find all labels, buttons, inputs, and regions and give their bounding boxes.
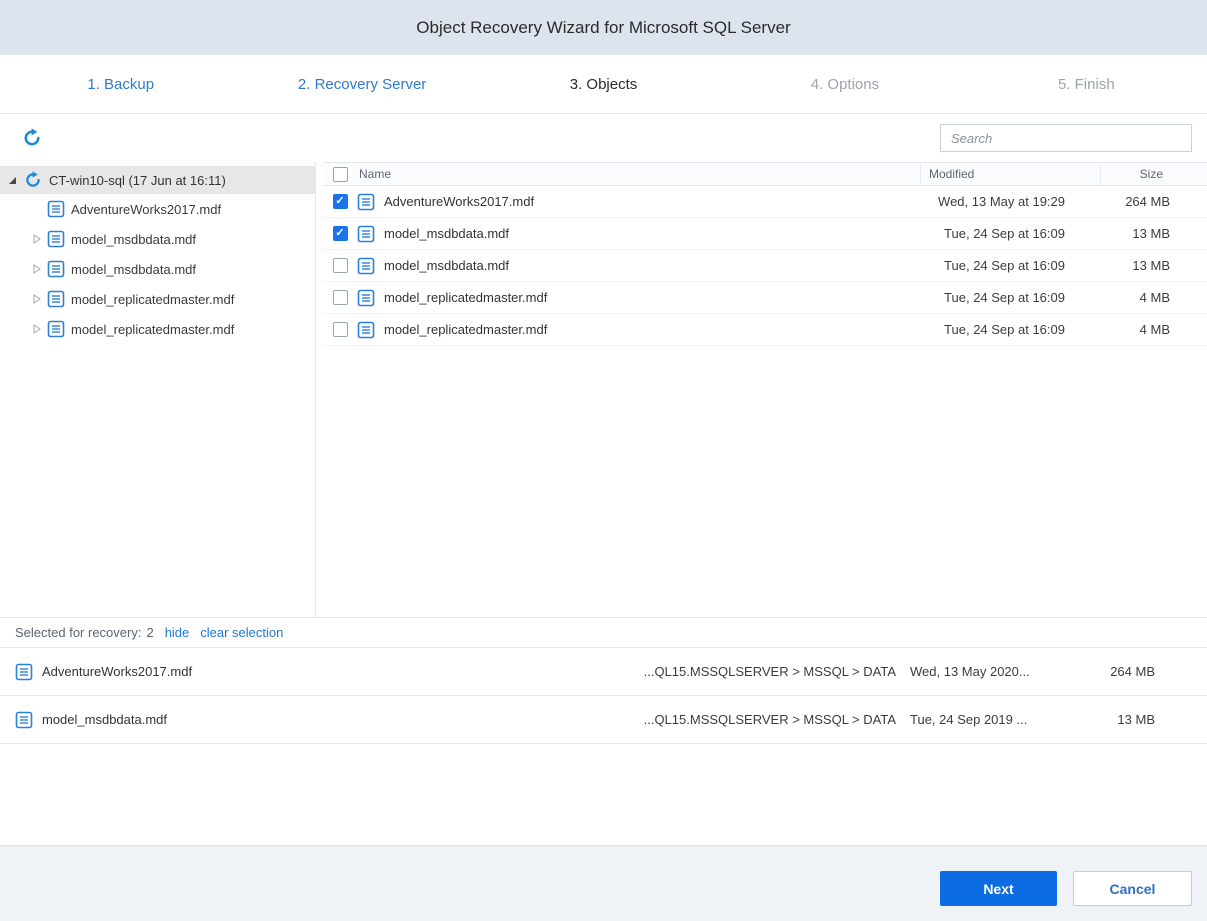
row-checkbox[interactable] <box>333 322 348 337</box>
tree-item-label: model_msdbdata.mdf <box>71 262 196 277</box>
table-row[interactable]: model_replicatedmaster.mdf Tue, 24 Sep a… <box>323 314 1207 346</box>
tree-item-label: model_replicatedmaster.mdf <box>71 322 234 337</box>
file-modified: Tue, 24 Sep at 16:09 <box>920 322 1100 337</box>
selected-file-size: 264 MB <box>1060 664 1192 679</box>
chevron-right-icon[interactable] <box>32 324 41 334</box>
clear-selection-link[interactable]: clear selection <box>200 625 283 640</box>
database-file-icon <box>47 230 65 248</box>
selection-label-text: Selected for recovery: <box>15 625 141 640</box>
file-modified: Tue, 24 Sep at 16:09 <box>920 226 1100 241</box>
step-options: 4. Options <box>724 76 965 93</box>
column-header-modified[interactable]: Modified <box>920 163 1100 185</box>
selected-file-path: ...QL15.MSSQLSERVER > MSSQL > DATA <box>644 664 896 679</box>
file-name: model_replicatedmaster.mdf <box>384 290 547 305</box>
chevron-right-icon[interactable] <box>32 264 41 274</box>
toolbar <box>0 114 1207 162</box>
step-objects: 3. Objects <box>483 76 724 93</box>
tree-item-file[interactable]: model_msdbdata.mdf <box>0 254 315 284</box>
row-checkbox[interactable] <box>333 258 348 273</box>
next-button[interactable]: Next <box>940 871 1057 906</box>
file-modified: Wed, 13 May at 19:29 <box>920 194 1100 209</box>
main-split: CT-win10-sql (17 Jun at 16:11) Adventure… <box>0 162 1207 617</box>
database-file-icon <box>357 321 375 339</box>
database-file-icon <box>15 711 33 729</box>
database-file-icon <box>47 290 65 308</box>
tree-item-label: AdventureWorks2017.mdf <box>71 202 221 217</box>
table-row[interactable]: model_replicatedmaster.mdf Tue, 24 Sep a… <box>323 282 1207 314</box>
tree-item-file[interactable]: model_replicatedmaster.mdf <box>0 284 315 314</box>
tree-item-file[interactable]: model_msdbdata.mdf <box>0 224 315 254</box>
file-table: Name Modified Size AdventureWorks2017.md… <box>323 162 1207 617</box>
tree-item-label: model_msdbdata.mdf <box>71 232 196 247</box>
selection-header: Selected for recovery: 2 hide clear sele… <box>0 617 1207 648</box>
table-row[interactable]: model_msdbdata.mdf Tue, 24 Sep at 16:09 … <box>323 250 1207 282</box>
selection-panel: Selected for recovery: 2 hide clear sele… <box>0 617 1207 845</box>
selected-file-name: AdventureWorks2017.mdf <box>42 664 192 679</box>
tree-item-file[interactable]: model_replicatedmaster.mdf <box>0 314 315 344</box>
tree-root-label: CT-win10-sql (17 Jun at 16:11) <box>49 173 226 188</box>
tree-item-label: model_replicatedmaster.mdf <box>71 292 234 307</box>
file-name: AdventureWorks2017.mdf <box>384 194 534 209</box>
refresh-button[interactable] <box>20 126 44 150</box>
tree-root-restore-point[interactable]: CT-win10-sql (17 Jun at 16:11) <box>0 166 315 194</box>
file-size: 13 MB <box>1100 226 1207 241</box>
search-input[interactable] <box>940 124 1192 152</box>
database-file-icon <box>15 663 33 681</box>
row-checkbox[interactable] <box>333 194 348 209</box>
file-name: model_replicatedmaster.mdf <box>384 322 547 337</box>
tree-item-file[interactable]: AdventureWorks2017.mdf <box>0 194 315 224</box>
database-file-icon <box>357 289 375 307</box>
database-file-icon <box>47 200 65 218</box>
selected-file-path: ...QL15.MSSQLSERVER > MSSQL > DATA <box>644 712 896 727</box>
file-table-header: Name Modified Size <box>323 162 1207 186</box>
restore-point-icon <box>22 128 42 148</box>
file-modified: Tue, 24 Sep at 16:09 <box>920 258 1100 273</box>
step-backup[interactable]: 1. Backup <box>0 76 241 93</box>
selected-file-modified: Tue, 24 Sep 2019 ... <box>910 712 1060 727</box>
cancel-button[interactable]: Cancel <box>1073 871 1192 906</box>
chevron-right-icon[interactable] <box>32 234 41 244</box>
file-size: 4 MB <box>1100 322 1207 337</box>
database-file-icon <box>357 193 375 211</box>
restore-point-icon <box>24 171 42 189</box>
column-header-name[interactable]: Name <box>357 163 920 185</box>
selected-file-modified: Wed, 13 May 2020... <box>910 664 1060 679</box>
file-size: 13 MB <box>1100 258 1207 273</box>
step-recovery-server[interactable]: 2. Recovery Server <box>241 76 482 93</box>
backup-tree: CT-win10-sql (17 Jun at 16:11) Adventure… <box>0 162 316 617</box>
row-checkbox[interactable] <box>333 290 348 305</box>
file-size: 264 MB <box>1100 194 1207 209</box>
file-modified: Tue, 24 Sep at 16:09 <box>920 290 1100 305</box>
database-file-icon <box>357 225 375 243</box>
database-file-icon <box>47 260 65 278</box>
selection-count: 2 <box>146 625 153 640</box>
database-file-icon <box>47 320 65 338</box>
database-file-icon <box>357 257 375 275</box>
file-name: model_msdbdata.mdf <box>384 226 509 241</box>
wizard-steps: 1. Backup 2. Recovery Server 3. Objects … <box>0 55 1207 114</box>
row-checkbox[interactable] <box>333 226 348 241</box>
chevron-right-icon[interactable] <box>32 294 41 304</box>
empty-area <box>0 744 1207 845</box>
select-all-checkbox[interactable] <box>333 167 348 182</box>
column-header-size[interactable]: Size <box>1100 163 1207 185</box>
selected-file-name: model_msdbdata.mdf <box>42 712 167 727</box>
selected-item-row[interactable]: model_msdbdata.mdf ...QL15.MSSQLSERVER >… <box>0 696 1207 744</box>
file-size: 4 MB <box>1100 290 1207 305</box>
table-row[interactable]: AdventureWorks2017.mdf Wed, 13 May at 19… <box>323 186 1207 218</box>
window-title: Object Recovery Wizard for Microsoft SQL… <box>416 18 790 38</box>
selected-file-size: 13 MB <box>1060 712 1192 727</box>
chevron-expanded-icon[interactable] <box>8 176 17 185</box>
window-titlebar: Object Recovery Wizard for Microsoft SQL… <box>0 0 1207 55</box>
selection-count-label: Selected for recovery: 2 <box>15 625 154 640</box>
step-finish: 5. Finish <box>966 76 1207 93</box>
hide-link[interactable]: hide <box>165 625 190 640</box>
selected-item-row[interactable]: AdventureWorks2017.mdf ...QL15.MSSQLSERV… <box>0 648 1207 696</box>
footer-bar: Next Cancel <box>0 845 1207 921</box>
file-name: model_msdbdata.mdf <box>384 258 509 273</box>
table-row[interactable]: model_msdbdata.mdf Tue, 24 Sep at 16:09 … <box>323 218 1207 250</box>
